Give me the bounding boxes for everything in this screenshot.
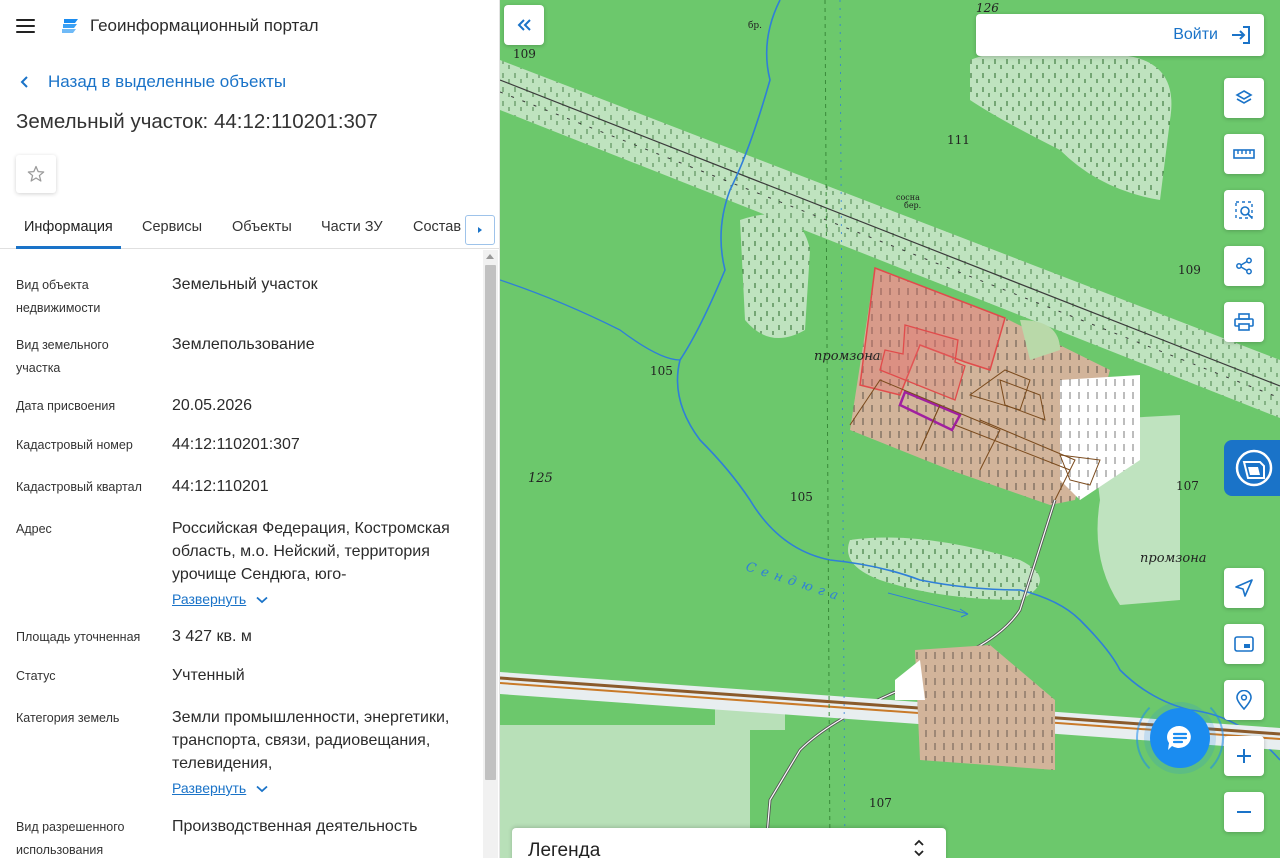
property-value: 44:12:110201	[172, 478, 269, 495]
property-label: Категория земель	[16, 711, 120, 725]
map-label: 125	[528, 471, 553, 486]
chat-button[interactable]	[1150, 708, 1210, 768]
back-to-selection-link[interactable]: Назад в выделенные объекты	[0, 68, 499, 96]
favorite-button[interactable]	[16, 155, 56, 193]
legend-panel[interactable]: Легенда	[512, 828, 946, 858]
tab-services[interactable]: Сервисы	[142, 205, 202, 248]
top-bar: Геоинформационный портал	[0, 0, 499, 52]
map-label: 109	[1178, 263, 1201, 277]
property-label: Дата присвоения	[16, 399, 116, 413]
object-title: Земельный участок: 44:12:110201:307	[16, 110, 378, 133]
scrollbar-thumb[interactable]	[485, 265, 496, 780]
expand-category-link[interactable]: Развернуть	[172, 777, 472, 800]
panel-scrollbar[interactable]	[483, 250, 498, 858]
properties-list: Вид объекта недвижимости Земельный участ…	[0, 250, 482, 858]
locate-icon	[1235, 579, 1253, 597]
map-label: 126	[976, 1, 999, 15]
geo-search-icon	[1236, 690, 1252, 710]
property-value: Землепользование	[172, 336, 315, 353]
chevron-down-icon	[256, 596, 268, 603]
legend-title: Легенда	[528, 840, 601, 858]
select-area-icon	[1235, 201, 1253, 219]
tab-information[interactable]: Информация	[16, 205, 121, 249]
caret-right-icon	[478, 227, 482, 233]
cadastral-map-icon	[1235, 449, 1273, 487]
geo-search-button[interactable]	[1224, 680, 1264, 720]
map-label: промзона	[1140, 551, 1207, 566]
property-label: Кадастровый номер	[16, 438, 133, 452]
map-view[interactable]: 126 109 бр. 111 сосна бер. 109 промзона …	[500, 0, 1280, 858]
chevron-left-icon	[20, 76, 28, 88]
layers-button[interactable]	[1224, 78, 1264, 118]
expand-address-link[interactable]: Развернуть	[172, 588, 472, 611]
property-value: Земельный участок	[172, 276, 318, 293]
tab-objects[interactable]: Объекты	[232, 205, 292, 248]
collapse-panel-button[interactable]	[504, 5, 544, 45]
locate-button[interactable]	[1224, 568, 1264, 608]
scroll-up-arrow-icon[interactable]	[486, 254, 494, 259]
expand-label: Развернуть	[172, 591, 247, 607]
zoom-in-button[interactable]	[1224, 736, 1264, 776]
map-label: 111	[947, 133, 970, 147]
map-label: 105	[650, 364, 673, 378]
tab-composition[interactable]: Состав	[413, 205, 461, 248]
double-chevron-left-icon	[517, 19, 531, 31]
map-label: 109	[513, 47, 536, 61]
map-label: 107	[869, 796, 892, 810]
property-value: 3 427 кв. м	[172, 628, 252, 645]
login-button[interactable]: Войти	[976, 14, 1264, 56]
property-label: Статус	[16, 669, 56, 683]
property-value-wrap: Земли промышленности, энергетики, трансп…	[172, 706, 472, 800]
portal-logo-icon	[62, 19, 78, 33]
property-value: 20.05.2026	[172, 397, 253, 414]
share-icon	[1236, 257, 1252, 275]
ruler-button[interactable]	[1224, 134, 1264, 174]
tab-bar: Информация Сервисы Объекты Части ЗУ Сост…	[0, 205, 499, 249]
map-label: промзона	[814, 349, 881, 364]
chat-icon	[1167, 725, 1191, 750]
print-button[interactable]	[1224, 302, 1264, 342]
ruler-icon	[1233, 149, 1255, 159]
expand-collapse-icon	[914, 839, 924, 857]
login-icon	[1232, 26, 1250, 44]
cadastral-map-tab[interactable]	[1224, 440, 1280, 496]
chevron-down-icon	[256, 785, 268, 792]
property-label: Кадастровый квартал	[16, 480, 142, 494]
back-link-label: Назад в выделенные объекты	[48, 72, 287, 91]
zoom-out-icon	[1237, 811, 1251, 813]
property-label: Адрес	[16, 522, 52, 536]
map-label: 105	[790, 490, 813, 504]
zoom-in-icon	[1237, 749, 1251, 763]
star-icon	[27, 165, 45, 182]
login-label: Войти	[1173, 26, 1218, 43]
property-value-wrap: Российская Федерация, Костромская област…	[172, 517, 472, 611]
property-label: Вид объекта недвижимости	[16, 278, 101, 315]
zoom-out-button[interactable]	[1224, 792, 1264, 832]
info-panel: Геоинформационный портал Назад в выделен…	[0, 0, 500, 858]
expand-label: Развернуть	[172, 780, 247, 796]
minimap-icon	[1234, 636, 1254, 652]
property-value: Российская Федерация, Костромская област…	[172, 520, 450, 583]
layers-icon	[1235, 90, 1253, 104]
property-value: Производственная деятельность	[172, 818, 418, 835]
print-icon	[1234, 313, 1254, 331]
menu-icon[interactable]	[16, 14, 40, 38]
map-label: бер.	[904, 201, 921, 210]
map-label: 107	[1176, 479, 1199, 493]
property-value: Учтенный	[172, 667, 245, 684]
tab-parts[interactable]: Части ЗУ	[321, 205, 383, 248]
share-button[interactable]	[1224, 246, 1264, 286]
property-value: Земли промышленности, энергетики, трансп…	[172, 709, 450, 772]
minimap-button[interactable]	[1224, 624, 1264, 664]
app-title: Геоинформационный портал	[90, 16, 319, 35]
property-label: Площадь уточненная	[16, 630, 141, 644]
property-label: Вид разрешенного использования	[16, 820, 125, 857]
tabs-scroll-right-button[interactable]	[465, 215, 495, 245]
property-value: 44:12:110201:307	[172, 436, 300, 453]
map-label: бр.	[748, 20, 762, 31]
property-label: Вид земельного участка	[16, 338, 109, 375]
select-area-button[interactable]	[1224, 190, 1264, 230]
